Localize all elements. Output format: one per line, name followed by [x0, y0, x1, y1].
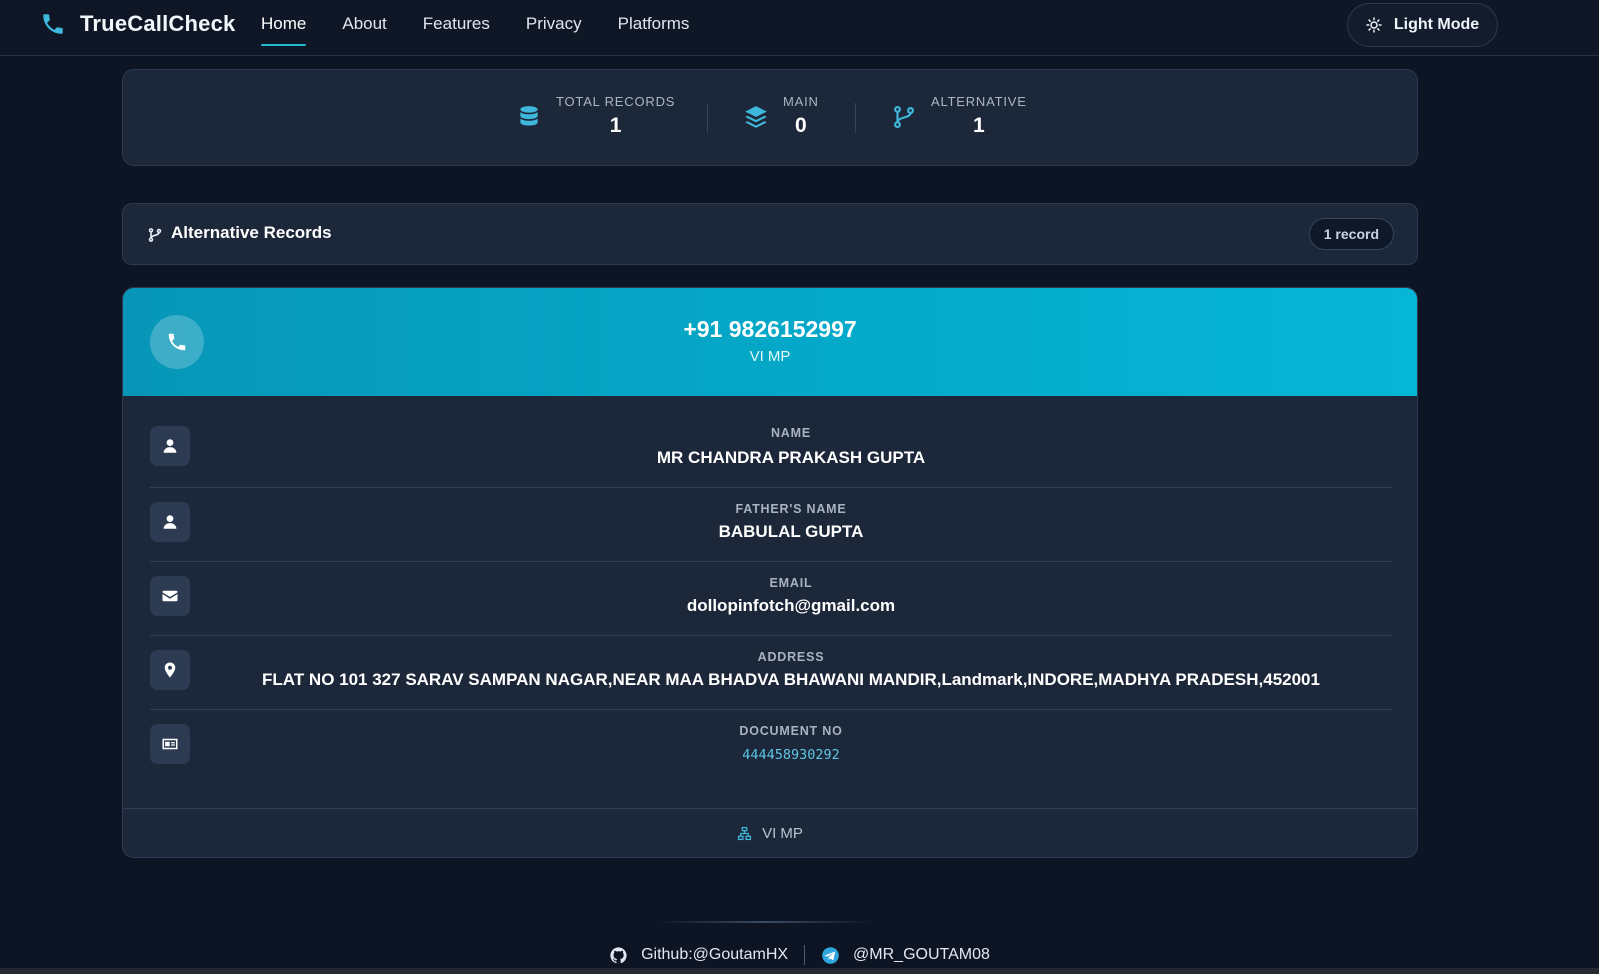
stat-divider	[707, 103, 708, 133]
record-card: +91 9826152997 VI MP NAME MR CHANDRA PRA…	[122, 287, 1418, 858]
field-row-name: NAME MR CHANDRA PRAKASH GUPTA	[150, 396, 1392, 488]
alternative-records-header: Alternative Records 1 record	[122, 203, 1418, 265]
network-icon	[738, 826, 752, 840]
record-count-badge: 1 record	[1308, 218, 1394, 250]
field-value: BABULAL GUPTA	[718, 522, 864, 541]
phone-icon	[43, 14, 63, 34]
stat-main: MAIN 0	[743, 94, 819, 138]
field-row-address: ADDRESS FLAT NO 101 327 SARAV SAMPAN NAG…	[150, 636, 1392, 710]
carrier-label: VI MP	[749, 348, 791, 365]
page-footer: Github:@GoutamHX @MR_GOUTAM08	[0, 945, 1599, 965]
phone-number: +91 9826152997	[683, 316, 857, 342]
telegram-handle: @MR_GOUTAM08	[853, 946, 990, 963]
github-icon	[610, 946, 627, 963]
field-row-fathers-name: FATHER'S NAME BABULAL GUPTA	[150, 488, 1392, 562]
telegram-icon	[822, 946, 839, 964]
stat-total-records: TOTAL RECORDS 1	[516, 94, 675, 138]
stat-value: 1	[609, 114, 622, 137]
stat-value: 0	[795, 114, 807, 137]
nav-link-privacy[interactable]: Privacy	[508, 0, 600, 56]
field-label: DOCUMENT NO	[739, 724, 843, 738]
field-label: NAME	[770, 426, 811, 440]
telegram-link[interactable]: @MR_GOUTAM08	[805, 946, 1006, 965]
field-value: MR CHANDRA PRAKASH GUPTA	[656, 448, 926, 467]
record-card-footer: VI MP	[123, 808, 1417, 857]
record-card-header: +91 9826152997 VI MP	[123, 288, 1417, 396]
stat-alternative: ALTERNATIVE 1	[891, 94, 1027, 138]
stats-panel: TOTAL RECORDS 1 MAIN 0 ALTERNATIVE 1	[122, 69, 1418, 166]
footer-divider	[655, 921, 875, 923]
map-pin-icon	[150, 650, 190, 690]
github-link[interactable]: Github:@GoutamHX	[593, 946, 804, 965]
stat-label: TOTAL RECORDS	[556, 94, 676, 109]
sun-icon	[1366, 17, 1382, 33]
field-label: ADDRESS	[757, 650, 825, 664]
top-navbar: TrueCallCheck Home About Features Privac…	[0, 0, 1599, 56]
nav-link-features[interactable]: Features	[405, 0, 508, 56]
brand-name: TrueCallCheck	[80, 11, 236, 36]
field-value: FLAT NO 101 327 SARAV SAMPAN NAGAR,NEAR …	[262, 670, 1320, 689]
stat-divider	[855, 103, 856, 133]
github-handle: Github:@GoutamHX	[641, 946, 789, 963]
envelope-icon	[150, 576, 190, 616]
field-label: EMAIL	[769, 576, 813, 590]
user-icon	[150, 502, 190, 542]
light-mode-toggle-button[interactable]: Light Mode	[1347, 3, 1498, 47]
nav-links: Home About Features Privacy Platforms	[261, 0, 707, 56]
record-fields: NAME MR CHANDRA PRAKASH GUPTA FATHER'S N…	[150, 396, 1392, 784]
bottom-scroll-edge	[0, 968, 1599, 974]
nav-link-home[interactable]: Home	[261, 0, 324, 56]
field-value: dollopinfotch@gmail.com	[686, 596, 896, 615]
stat-label: MAIN	[783, 94, 819, 109]
field-row-document: DOCUMENT NO 444458930292	[150, 710, 1392, 784]
user-icon	[150, 426, 190, 466]
light-mode-label: Light Mode	[1393, 16, 1480, 33]
nav-link-about[interactable]: About	[324, 0, 404, 56]
branch-icon	[148, 228, 162, 242]
id-card-icon	[150, 724, 190, 764]
database-icon	[520, 106, 538, 126]
section-title: Alternative Records	[171, 223, 332, 242]
nav-link-platforms[interactable]: Platforms	[600, 0, 708, 56]
field-row-email: EMAIL dollopinfotch@gmail.com	[150, 562, 1392, 636]
stat-label: ALTERNATIVE	[931, 94, 1027, 109]
field-label: FATHER'S NAME	[735, 502, 847, 516]
branch-icon	[894, 105, 914, 129]
carrier-footer-label: VI MP	[762, 824, 803, 842]
field-value: 444458930292	[742, 747, 840, 763]
stat-value: 1	[973, 114, 985, 137]
brand[interactable]: TrueCallCheck	[40, 11, 235, 37]
layers-icon	[745, 106, 767, 128]
